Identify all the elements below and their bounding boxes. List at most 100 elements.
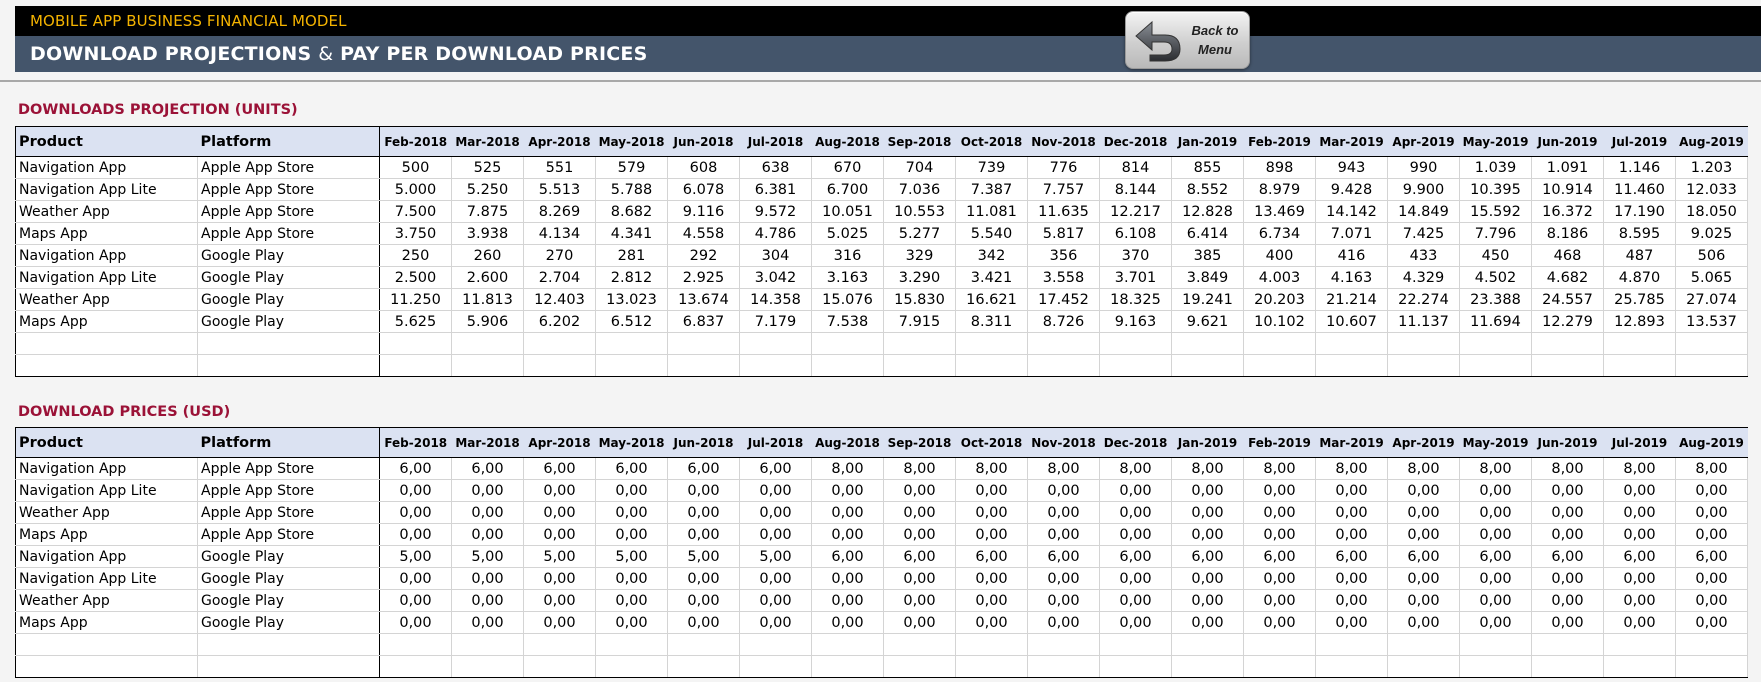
empty-cell[interactable] (197, 633, 380, 656)
platform-cell[interactable]: Google Play (197, 310, 380, 333)
value-cell[interactable]: 7.425 (1387, 222, 1460, 245)
value-cell[interactable]: 638 (739, 156, 812, 179)
value-cell[interactable]: 0,00 (1531, 501, 1604, 524)
value-cell[interactable]: 3.163 (811, 266, 884, 289)
value-cell[interactable]: 468 (1531, 244, 1604, 267)
value-cell[interactable]: 7.757 (1027, 178, 1100, 201)
value-cell[interactable]: 0,00 (451, 611, 524, 634)
empty-cell[interactable] (1675, 633, 1748, 656)
value-cell[interactable]: 2.704 (523, 266, 596, 289)
value-cell[interactable]: 23.388 (1459, 288, 1532, 311)
value-cell[interactable]: 10.051 (811, 200, 884, 223)
value-cell[interactable]: 0,00 (523, 523, 596, 546)
value-cell[interactable]: 670 (811, 156, 884, 179)
product-cell[interactable]: Navigation App (15, 156, 198, 179)
value-cell[interactable]: 5,00 (739, 545, 812, 568)
value-cell[interactable]: 2.500 (379, 266, 452, 289)
value-cell[interactable]: 0,00 (451, 589, 524, 612)
column-header-month[interactable]: May-2018 (595, 427, 668, 458)
value-cell[interactable]: 8,00 (1603, 457, 1676, 480)
value-cell[interactable]: 0,00 (595, 611, 668, 634)
value-cell[interactable]: 6,00 (451, 457, 524, 480)
value-cell[interactable]: 0,00 (1531, 479, 1604, 502)
column-header-month[interactable]: Apr-2019 (1387, 427, 1460, 458)
value-cell[interactable]: 0,00 (1027, 589, 1100, 612)
empty-cell[interactable] (1099, 354, 1172, 377)
empty-cell[interactable] (1531, 633, 1604, 656)
column-header-month[interactable]: Feb-2018 (379, 126, 452, 157)
value-cell[interactable]: 370 (1099, 244, 1172, 267)
value-cell[interactable]: 6,00 (523, 457, 596, 480)
empty-cell[interactable] (1459, 332, 1532, 355)
empty-cell[interactable] (1027, 332, 1100, 355)
empty-cell[interactable] (1315, 633, 1388, 656)
column-header-month[interactable]: Apr-2018 (523, 126, 596, 157)
value-cell[interactable]: 0,00 (1459, 567, 1532, 590)
value-cell[interactable]: 0,00 (667, 611, 740, 634)
value-cell[interactable]: 0,00 (523, 611, 596, 634)
value-cell[interactable]: 0,00 (667, 589, 740, 612)
value-cell[interactable]: 5,00 (451, 545, 524, 568)
empty-cell[interactable] (1315, 332, 1388, 355)
empty-cell[interactable] (1603, 633, 1676, 656)
value-cell[interactable]: 6,00 (955, 545, 1028, 568)
platform-cell[interactable]: Apple App Store (197, 156, 380, 179)
value-cell[interactable]: 6.700 (811, 178, 884, 201)
value-cell[interactable]: 990 (1387, 156, 1460, 179)
value-cell[interactable]: 17.452 (1027, 288, 1100, 311)
value-cell[interactable]: 0,00 (1459, 479, 1532, 502)
value-cell[interactable]: 10.102 (1243, 310, 1316, 333)
empty-cell[interactable] (1387, 354, 1460, 377)
value-cell[interactable]: 0,00 (1387, 523, 1460, 546)
value-cell[interactable]: 6,00 (595, 457, 668, 480)
value-cell[interactable]: 0,00 (595, 501, 668, 524)
value-cell[interactable]: 0,00 (1603, 589, 1676, 612)
value-cell[interactable]: 5,00 (595, 545, 668, 568)
column-header-month[interactable]: Apr-2019 (1387, 126, 1460, 157)
value-cell[interactable]: 0,00 (883, 589, 956, 612)
value-cell[interactable]: 9.900 (1387, 178, 1460, 201)
empty-cell[interactable] (739, 332, 812, 355)
value-cell[interactable]: 0,00 (739, 611, 812, 634)
value-cell[interactable]: 10.553 (883, 200, 956, 223)
value-cell[interactable]: 0,00 (955, 523, 1028, 546)
value-cell[interactable]: 551 (523, 156, 596, 179)
value-cell[interactable]: 450 (1459, 244, 1532, 267)
empty-cell[interactable] (883, 633, 956, 656)
value-cell[interactable]: 14.142 (1315, 200, 1388, 223)
empty-cell[interactable] (811, 655, 884, 678)
value-cell[interactable]: 8.595 (1603, 222, 1676, 245)
column-header-month[interactable]: May-2018 (595, 126, 668, 157)
platform-cell[interactable]: Google Play (197, 611, 380, 634)
value-cell[interactable]: 776 (1027, 156, 1100, 179)
value-cell[interactable]: 0,00 (1315, 589, 1388, 612)
value-cell[interactable]: 2.812 (595, 266, 668, 289)
value-cell[interactable]: 0,00 (1315, 611, 1388, 634)
value-cell[interactable]: 4.134 (523, 222, 596, 245)
value-cell[interactable]: 0,00 (1171, 501, 1244, 524)
value-cell[interactable]: 9.428 (1315, 178, 1388, 201)
value-cell[interactable]: 13.023 (595, 288, 668, 311)
value-cell[interactable]: 0,00 (451, 567, 524, 590)
empty-cell[interactable] (1027, 633, 1100, 656)
value-cell[interactable]: 8,00 (1387, 457, 1460, 480)
value-cell[interactable]: 12.403 (523, 288, 596, 311)
value-cell[interactable]: 0,00 (811, 611, 884, 634)
value-cell[interactable]: 250 (379, 244, 452, 267)
product-cell[interactable]: Weather App (15, 288, 198, 311)
value-cell[interactable]: 5.250 (451, 178, 524, 201)
value-cell[interactable]: 3.042 (739, 266, 812, 289)
empty-cell[interactable] (523, 332, 596, 355)
value-cell[interactable]: 0,00 (739, 501, 812, 524)
value-cell[interactable]: 0,00 (1027, 501, 1100, 524)
value-cell[interactable]: 6.381 (739, 178, 812, 201)
value-cell[interactable]: 18.050 (1675, 200, 1748, 223)
empty-cell[interactable] (1387, 655, 1460, 678)
empty-cell[interactable] (1531, 332, 1604, 355)
empty-cell[interactable] (811, 332, 884, 355)
value-cell[interactable]: 0,00 (1027, 567, 1100, 590)
empty-cell[interactable] (1675, 655, 1748, 678)
value-cell[interactable]: 6.078 (667, 178, 740, 201)
empty-cell[interactable] (595, 633, 668, 656)
value-cell[interactable]: 0,00 (1531, 523, 1604, 546)
